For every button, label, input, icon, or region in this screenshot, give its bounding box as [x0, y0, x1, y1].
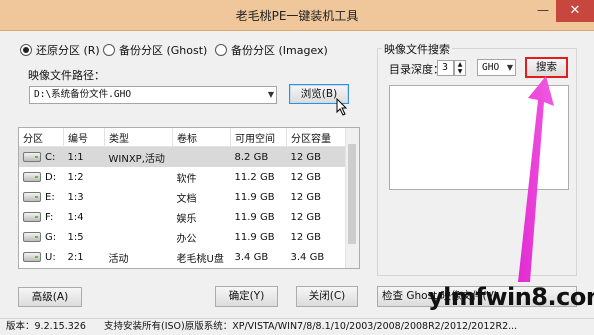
- radio-dot-icon: [20, 44, 32, 56]
- close-window-button[interactable]: ✕: [556, 0, 594, 22]
- hard-drive-icon: [23, 212, 41, 222]
- spin-down-icon[interactable]: ▼: [455, 68, 465, 75]
- minimize-button[interactable]: —: [530, 0, 556, 22]
- number-cell: 1:5: [67, 231, 84, 243]
- col-type[interactable]: 类型: [104, 128, 173, 147]
- label-cell: 娱乐: [176, 213, 197, 225]
- free-cell: 11.9 GB: [234, 191, 275, 203]
- partition-table[interactable]: 分区 编号 类型 卷标 可用空间 分区容量 C: 1:1 WINXP,活动 8.…: [18, 127, 360, 269]
- title-bar: 老毛桃PE一键装机工具 — ✕: [0, 0, 594, 31]
- image-path-combo[interactable]: D:\系统备份文件.GHO ▼: [29, 86, 277, 104]
- hard-drive-icon: [23, 192, 41, 202]
- col-partition[interactable]: 分区: [19, 128, 64, 147]
- hard-drive-icon: [23, 152, 41, 162]
- support-text: 支持安装所有(ISO)原版系统：XP/VISTA/WIN7/8/8.1/10/2…: [104, 321, 518, 332]
- number-cell: 1:3: [67, 191, 84, 203]
- radio-restore-partition[interactable]: 还原分区 (R): [20, 42, 100, 58]
- version-text: 版本：9.2.15.326: [6, 321, 86, 332]
- directory-depth-input[interactable]: 3: [437, 60, 454, 76]
- scrollbar-thumb[interactable]: [348, 144, 356, 244]
- radio-backup-ghost[interactable]: 备份分区 (Ghost): [103, 42, 207, 58]
- watermark-text: ylmfwin8.com: [428, 283, 594, 311]
- advanced-button[interactable]: 高级(A): [18, 287, 82, 307]
- table-header-row: 分区 编号 类型 卷标 可用空间 分区容量: [19, 128, 358, 147]
- drive-cell: D:: [19, 167, 64, 187]
- drive-cell: U:: [19, 247, 64, 267]
- hard-drive-icon: [23, 232, 41, 242]
- col-volume-label[interactable]: 卷标: [172, 128, 231, 147]
- type-cell: [105, 207, 173, 227]
- partition-table-grid: 分区 编号 类型 卷标 可用空间 分区容量 C: 1:1 WINXP,活动 8.…: [19, 128, 358, 267]
- extension-value: GHO: [482, 62, 500, 73]
- label-cell: [172, 146, 231, 167]
- radio-dot-icon: [215, 44, 227, 56]
- free-cell: 11.2 GB: [234, 171, 275, 183]
- drive-cell: C:: [19, 146, 64, 167]
- spin-up-icon[interactable]: ▲: [455, 61, 465, 68]
- type-cell: [105, 227, 173, 247]
- type-cell: [105, 187, 173, 207]
- image-path-value: D:\系统备份文件.GHO: [34, 89, 132, 100]
- table-row[interactable]: C: 1:1 WINXP,活动 8.2 GB 12 GB: [19, 146, 358, 167]
- table-row[interactable]: E: 1:3 文档 11.9 GB 12 GB: [19, 187, 358, 207]
- drive-cell: F:: [19, 207, 64, 227]
- radio-restore-label: 还原分区 (R): [36, 44, 100, 57]
- table-scrollbar[interactable]: [345, 128, 359, 268]
- table-row[interactable]: D: 1:2 软件 11.2 GB 12 GB: [19, 167, 358, 187]
- label-cell: 办公: [176, 233, 197, 245]
- number-cell: 1:4: [67, 211, 84, 223]
- radio-backup-imagex[interactable]: 备份分区 (Imagex): [215, 42, 328, 58]
- label-cell: 文档: [176, 193, 197, 205]
- radio-backup-imagex-label: 备份分区 (Imagex): [231, 44, 328, 57]
- chevron-down-icon[interactable]: ▼: [268, 87, 274, 103]
- col-number[interactable]: 编号: [63, 128, 105, 147]
- image-search-group-label: 映像文件搜索: [382, 41, 452, 57]
- drive-letter: U:: [45, 251, 56, 263]
- free-cell: 8.2 GB: [230, 146, 287, 167]
- free-cell: 11.9 GB: [234, 231, 275, 243]
- drive-letter: C:: [45, 151, 56, 163]
- type-cell: 活动: [108, 253, 129, 265]
- col-free-space[interactable]: 可用空间: [230, 128, 287, 147]
- table-row[interactable]: U: 2:1 活动 老毛桃U盘 3.4 GB 3.4 GB: [19, 247, 358, 267]
- depth-spinner[interactable]: ▲ ▼: [454, 60, 466, 76]
- free-cell: 11.9 GB: [234, 211, 275, 223]
- hard-drive-icon: [23, 172, 41, 182]
- mouse-cursor-icon: [336, 98, 348, 116]
- radio-backup-ghost-label: 备份分区 (Ghost): [119, 44, 208, 57]
- annotation-arrow-icon: [518, 76, 554, 282]
- number-cell: 1:1: [63, 146, 105, 167]
- label-cell: 软件: [176, 173, 197, 185]
- table-row[interactable]: G: 1:5 办公 11.9 GB 12 GB: [19, 227, 358, 247]
- table-row[interactable]: F: 1:4 娱乐 11.9 GB 12 GB: [19, 207, 358, 227]
- ok-button[interactable]: 确定(Y): [215, 286, 278, 307]
- image-path-label: 映像文件路径：: [28, 69, 105, 82]
- radio-dot-icon: [103, 44, 115, 56]
- number-cell: 1:2: [67, 171, 84, 183]
- usb-drive-icon: [23, 252, 41, 262]
- number-cell: 2:1: [67, 251, 84, 263]
- window-title: 老毛桃PE一键装机工具: [235, 9, 359, 23]
- free-cell: 3.4 GB: [234, 251, 269, 263]
- status-bar: 版本：9.2.15.326 支持安装所有(ISO)原版系统：XP/VISTA/W…: [0, 318, 594, 335]
- label-cell: 老毛桃U盘: [176, 253, 224, 265]
- drive-cell: E:: [19, 187, 64, 207]
- directory-depth-label: 目录深度：: [389, 63, 444, 76]
- close-button[interactable]: 关闭(C): [296, 286, 358, 307]
- type-cell: WINXP,活动: [104, 146, 173, 167]
- drive-letter: D:: [45, 171, 57, 183]
- drive-letter: G:: [45, 231, 57, 243]
- type-cell: [105, 167, 173, 187]
- drive-letter: F:: [45, 211, 54, 223]
- drive-letter: E:: [45, 191, 55, 203]
- drive-cell: G:: [19, 227, 64, 247]
